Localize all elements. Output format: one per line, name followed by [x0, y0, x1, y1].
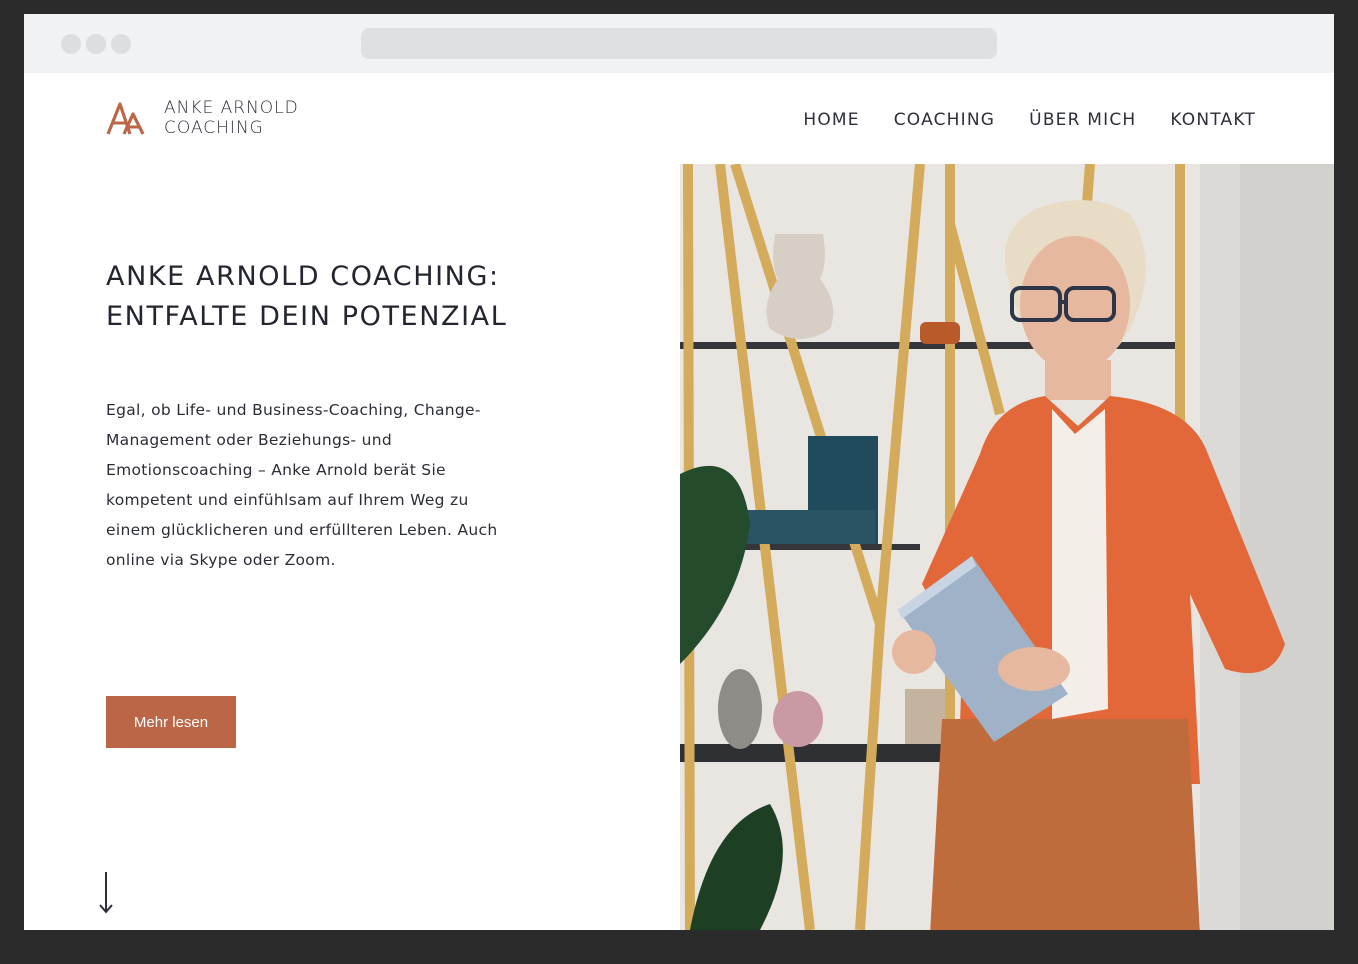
arrow-down-icon[interactable]: [99, 872, 113, 914]
browser-chrome: [24, 14, 1334, 73]
brand-name[interactable]: ANKE ARNOLD COACHING: [164, 98, 299, 138]
nav-ueber-mich[interactable]: ÜBER MICH: [1029, 110, 1136, 130]
brand-line-1: ANKE ARNOLD: [164, 98, 299, 118]
main-nav: HOME COACHING ÜBER MICH KONTAKT: [803, 110, 1256, 130]
nav-home[interactable]: HOME: [803, 110, 859, 130]
address-bar[interactable]: [361, 28, 997, 59]
read-more-button[interactable]: Mehr lesen: [106, 696, 236, 748]
window-maximize-dot[interactable]: [111, 34, 131, 54]
nav-coaching[interactable]: COACHING: [894, 110, 995, 130]
hero-title-line-1: ANKE ARNOLD COACHING:: [106, 261, 500, 292]
aa-monogram-icon[interactable]: [106, 100, 146, 136]
hero-intro-text: Egal, ob Life- und Business-Coaching, Ch…: [106, 401, 498, 569]
window-close-dot[interactable]: [61, 34, 81, 54]
portrait-photo-icon: [680, 164, 1334, 930]
brand-line-2: COACHING: [164, 118, 264, 138]
nav-kontakt[interactable]: KONTAKT: [1170, 110, 1256, 130]
window-minimize-dot[interactable]: [86, 34, 106, 54]
browser-window: ANKE ARNOLD COACHING HOME COACHING ÜBER …: [24, 14, 1334, 930]
hero-title: ANKE ARNOLD COACHING: ENTFALTE DEIN POTE…: [106, 257, 507, 337]
hero-title-line-2: ENTFALTE DEIN POTENZIAL: [106, 301, 508, 332]
